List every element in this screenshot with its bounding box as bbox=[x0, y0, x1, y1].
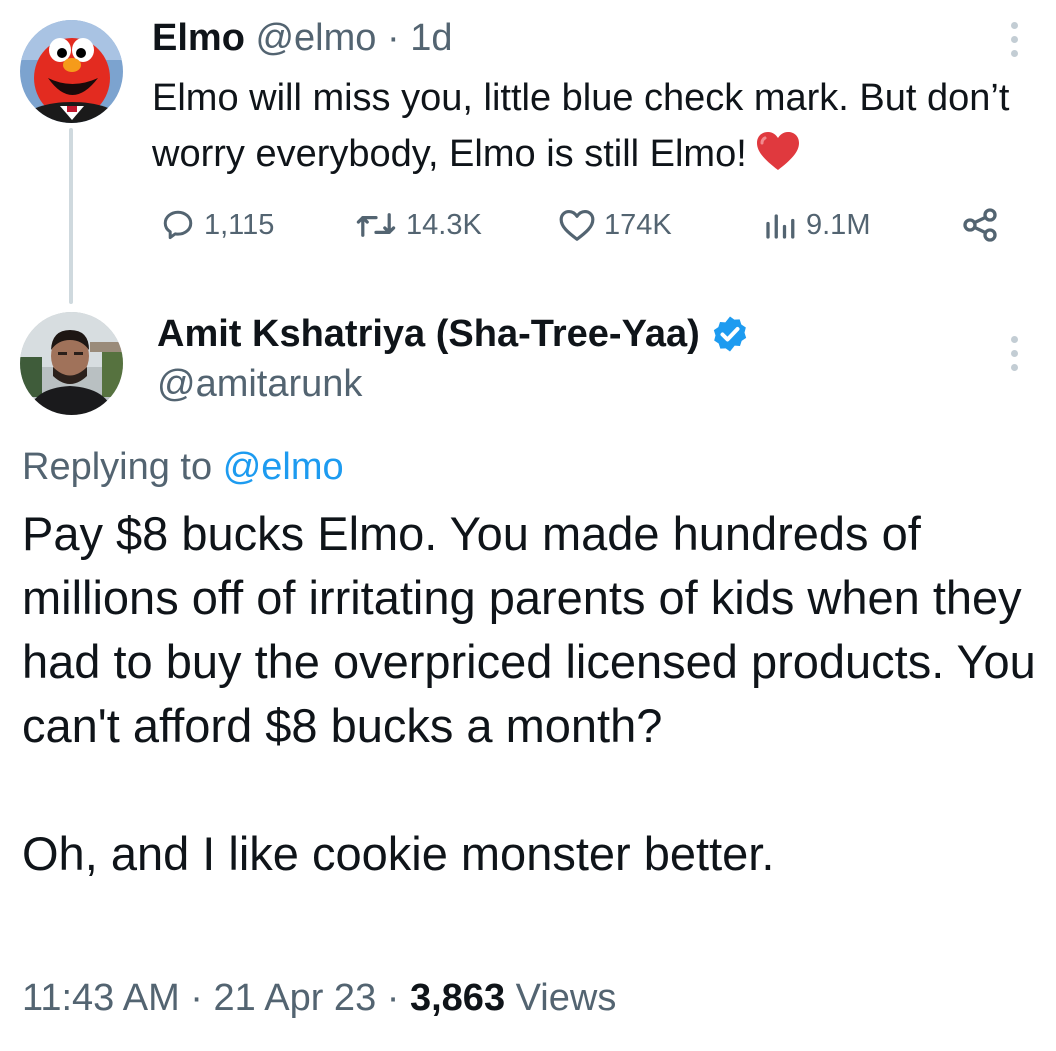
tweet2-body: Pay $8 bucks Elmo. You made hundreds of … bbox=[22, 502, 1042, 886]
meta-separator: · bbox=[386, 977, 400, 1019]
tweet2-time[interactable]: 11:43 AM bbox=[22, 977, 180, 1019]
retweet-count: 14.3K bbox=[406, 208, 482, 241]
tweet1-text: Elmo will miss you, little blue check ma… bbox=[152, 70, 1032, 188]
user-photo-avatar-icon bbox=[20, 312, 123, 415]
tweet2-date[interactable]: 21 Apr 23 bbox=[214, 977, 377, 1019]
tweet2-views-label: Views bbox=[515, 977, 617, 1019]
more-dot-icon bbox=[1010, 350, 1018, 357]
tweet1-more-button[interactable] bbox=[999, 22, 1029, 57]
tweet1-text-content: Elmo will miss you, little blue check ma… bbox=[152, 77, 1010, 175]
tweet2-metadata: 11:43 AM · 21 Apr 23 · 3,863 Views bbox=[22, 972, 616, 1024]
tweet2-display-name-row: Amit Kshatriya (Sha-Tree-Yaa) bbox=[157, 310, 750, 358]
reply-button[interactable]: 1,115 bbox=[160, 200, 274, 250]
verified-badge-icon bbox=[713, 316, 746, 352]
elmo-avatar[interactable] bbox=[20, 20, 123, 123]
like-count: 174K bbox=[604, 208, 672, 241]
replying-to-handle-link[interactable]: @elmo bbox=[223, 446, 344, 488]
tweet1-header: Elmo @elmo · 1d bbox=[152, 14, 452, 62]
views-count: 9.1M bbox=[806, 208, 871, 241]
tweet1-display-name[interactable]: Elmo bbox=[152, 17, 245, 59]
tweet1-action-bar: 1,115 14.3K 174K 9.1M bbox=[0, 200, 1056, 250]
more-dot-icon bbox=[1010, 36, 1018, 43]
tweet1-age[interactable]: 1d bbox=[410, 17, 452, 59]
more-dot-icon bbox=[1010, 50, 1018, 57]
reply-icon bbox=[163, 210, 193, 240]
tweet2-paragraph-1: Pay $8 bucks Elmo. You made hundreds of … bbox=[22, 507, 1036, 752]
replying-to-label: Replying to bbox=[22, 446, 213, 488]
share-icon bbox=[963, 208, 997, 242]
tweet1-separator: · bbox=[386, 17, 400, 59]
meta-separator: · bbox=[190, 977, 203, 1019]
views-bar-chart-icon bbox=[766, 214, 795, 239]
heart-outline-icon bbox=[559, 209, 595, 241]
more-dot-icon bbox=[1010, 364, 1018, 371]
tweet2-more-button[interactable] bbox=[999, 336, 1029, 371]
like-button[interactable]: 174K bbox=[558, 200, 672, 250]
views-button[interactable]: 9.1M bbox=[762, 200, 870, 250]
tweet2-display-name[interactable]: Amit Kshatriya (Sha-Tree-Yaa) bbox=[157, 310, 700, 358]
amit-avatar[interactable] bbox=[20, 312, 123, 415]
share-button[interactable] bbox=[960, 200, 1000, 250]
more-dot-icon bbox=[1010, 336, 1018, 343]
tweet2-handle[interactable]: @amitarunk bbox=[157, 360, 362, 408]
red-heart-icon bbox=[755, 130, 801, 188]
elmo-avatar-icon bbox=[20, 20, 123, 123]
reply-count: 1,115 bbox=[204, 208, 275, 241]
more-dot-icon bbox=[1010, 22, 1018, 29]
tweet1-handle[interactable]: @elmo bbox=[255, 17, 376, 59]
replying-to-line: Replying to @elmo bbox=[22, 443, 344, 491]
retweet-button[interactable]: 14.3K bbox=[354, 200, 482, 250]
retweet-icon bbox=[356, 213, 396, 237]
tweet2-views-count[interactable]: 3,863 bbox=[410, 977, 505, 1019]
tweet2-paragraph-2: Oh, and I like cookie monster better. bbox=[22, 827, 775, 880]
